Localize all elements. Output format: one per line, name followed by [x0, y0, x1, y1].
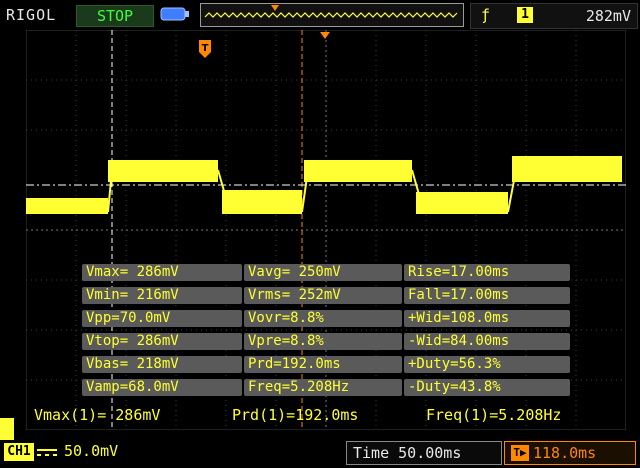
svg-text:T: T: [202, 43, 209, 54]
measurement-pos-duty: +Duty=56.3%: [404, 356, 570, 373]
trigger-delay-icon: T▶: [511, 445, 529, 461]
measurement-vovr: Vovr=8.8%: [244, 310, 402, 327]
volts-per-div[interactable]: 50.0mV: [64, 442, 118, 460]
measurement-row: Vamp=68.0mV Freq=5.208Hz -Duty=43.8%: [82, 379, 572, 396]
summary-frequency: Freq(1)=5.208Hz: [426, 406, 562, 424]
measurement-vtop: Vtop= 286mV: [82, 333, 242, 350]
trigger-delay-value: 118.0ms: [533, 444, 597, 462]
measurement-vavg: Vavg= 250mV: [244, 264, 402, 281]
measurement-vbas: Vbas= 218mV: [82, 356, 242, 373]
summary-period: Prd(1)=192.0ms: [232, 406, 359, 424]
summary-vmax: Vmax(1)= 286mV: [34, 406, 161, 424]
measurement-row: Vpp=70.0mV Vovr=8.8% +Wid=108.0ms: [82, 310, 572, 327]
measurement-vpre: Vpre=8.8%: [244, 333, 402, 350]
measurement-vrms: Vrms= 252mV: [244, 287, 402, 304]
trigger-delay-box[interactable]: T▶ 118.0ms: [504, 441, 636, 465]
trigger-level: 282mV: [585, 7, 631, 25]
measurement-row: Vmax= 286mV Vavg= 250mV Rise=17.00ms: [82, 264, 572, 281]
timebase-label: Time 50.00ms: [353, 444, 462, 462]
rising-edge-icon: ƒ: [481, 6, 491, 24]
measurement-pos-width: +Wid=108.0ms: [404, 310, 570, 327]
measurement-frequency: Freq=5.208Hz: [244, 379, 402, 396]
measurement-neg-width: -Wid=84.00ms: [404, 333, 570, 350]
measurement-vpp: Vpp=70.0mV: [82, 310, 242, 327]
channel1-badge[interactable]: CH1: [4, 443, 34, 461]
dc-coupling-icon: [37, 449, 57, 456]
trigger-panel[interactable]: ƒ 1 282mV: [470, 3, 638, 29]
measurement-row: Vbas= 218mV Prd=192.0ms +Duty=56.3%: [82, 356, 572, 373]
measurement-vmax: Vmax= 286mV: [82, 264, 242, 281]
bottom-status-bar: CH1 50.0mV Time 50.00ms T▶ 118.0ms: [0, 440, 640, 468]
channel1-offset-marker-icon[interactable]: [0, 418, 14, 440]
memory-waveform-preview: [204, 5, 458, 18]
brand-label: RIGOL: [6, 6, 57, 24]
trigger-source-badge: 1: [517, 7, 533, 23]
battery-icon: [160, 7, 189, 21]
timebase-box[interactable]: Time 50.00ms: [346, 441, 502, 465]
measurement-rise: Rise=17.00ms: [404, 264, 570, 281]
measurement-fall: Fall=17.00ms: [404, 287, 570, 304]
memory-trigger-marker-icon: [271, 5, 279, 11]
measurement-neg-duty: -Duty=43.8%: [404, 379, 570, 396]
measurement-period: Prd=192.0ms: [244, 356, 402, 373]
run-stop-indicator[interactable]: STOP: [76, 5, 154, 27]
measurement-vamp: Vamp=68.0mV: [82, 379, 242, 396]
memory-depth-window[interactable]: [200, 3, 464, 27]
measurement-row: Vtop= 286mV Vpre=8.8% -Wid=84.00ms: [82, 333, 572, 350]
measurement-panel: Vmax= 286mV Vavg= 250mV Rise=17.00ms Vmi…: [82, 264, 572, 400]
measurement-row: Vmin= 216mV Vrms= 252mV Fall=17.00ms: [82, 287, 572, 304]
top-status-bar: RIGOL STOP ƒ 1 282mV: [0, 0, 640, 30]
measurement-vmin: Vmin= 216mV: [82, 287, 242, 304]
